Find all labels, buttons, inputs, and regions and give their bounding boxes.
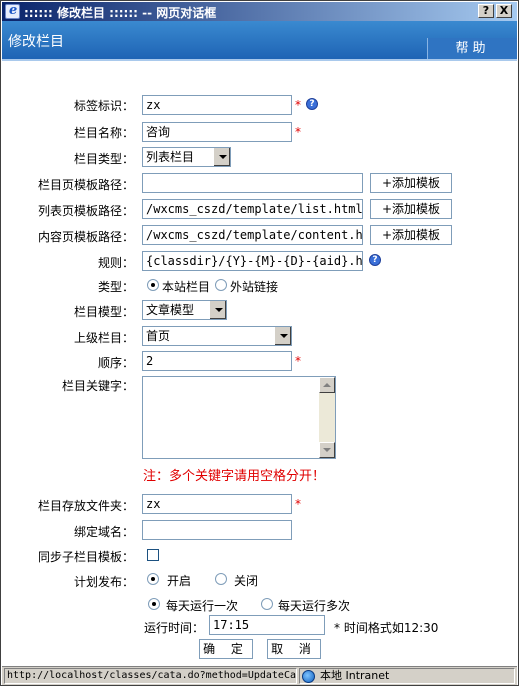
required-mark: *: [295, 125, 301, 139]
chevron-down-icon: [209, 301, 226, 319]
required-mark: *: [295, 497, 301, 511]
folder-input[interactable]: zx: [142, 494, 292, 514]
keywords-note: 注：多个关键字请用空格分开！: [143, 469, 326, 484]
scroll-down-button[interactable]: [319, 442, 335, 458]
required-mark: *: [295, 98, 301, 112]
folder-label: 栏目存放文件夹：: [37, 499, 134, 513]
add-content-template-button[interactable]: +添加模板: [370, 225, 452, 245]
schedule-on-radio[interactable]: [147, 573, 159, 585]
name-label: 栏目名称：: [73, 126, 134, 140]
chevron-down-icon: [213, 148, 230, 166]
keywords-textarea[interactable]: [142, 376, 336, 459]
window-title: :::::: 修改栏目 :::::: -- 网页对话框: [24, 6, 217, 20]
run-many-radio[interactable]: [261, 598, 273, 610]
help-tab[interactable]: 帮助: [427, 38, 517, 61]
chevron-down-icon: [274, 327, 291, 345]
kind-local-radio[interactable]: [147, 279, 159, 291]
name-input[interactable]: 咨询: [142, 122, 292, 142]
page-template-label: 栏目页模板路径：: [37, 178, 134, 192]
help-button[interactable]: ?: [478, 4, 494, 18]
type-select-value: 列表栏目: [146, 150, 195, 164]
list-template-label: 列表页模板路径：: [37, 204, 134, 218]
list-template-input[interactable]: /wxcms_cszd/template/list.html: [142, 199, 363, 219]
run-time-input[interactable]: 17:15: [209, 615, 325, 635]
schedule-off-radio[interactable]: [215, 573, 227, 585]
sync-label: 同步子栏目模板：: [37, 550, 134, 564]
parent-select[interactable]: 首页: [142, 326, 292, 346]
run-time-hint: * 时间格式如12:30: [334, 621, 439, 635]
run-time-label: 运行时间：: [144, 621, 205, 635]
question-icon[interactable]: ?: [369, 254, 381, 266]
required-mark: *: [295, 354, 301, 368]
schedule-on-label: 开启: [167, 574, 192, 588]
ie-icon: [5, 3, 20, 19]
rule-input[interactable]: {classdir}/{Y}-{M}-{D}-{aid}.html: [142, 251, 363, 271]
content-template-label: 内容页模板路径：: [37, 230, 134, 244]
domain-input[interactable]: [142, 520, 292, 540]
type-label: 栏目类型：: [73, 152, 134, 166]
status-url: http://localhost/classes/cata.do?method=…: [4, 668, 297, 684]
scroll-up-button[interactable]: [319, 377, 335, 393]
page-header: 修改栏目 帮助: [2, 21, 517, 61]
page-template-input[interactable]: [142, 173, 363, 193]
run-once-label: 每天运行一次: [166, 599, 239, 613]
sync-checkbox[interactable]: [147, 549, 159, 561]
tag-label: 标签标识：: [73, 99, 134, 113]
dialog-window: :::::: 修改栏目 :::::: -- 网页对话框 ? X 修改栏目 帮助 …: [0, 0, 519, 686]
kind-external-label: 外站链接: [230, 280, 279, 294]
cancel-button[interactable]: 取 消: [267, 639, 321, 659]
content-template-input[interactable]: /wxcms_cszd/template/content.htm: [142, 225, 363, 245]
add-list-template-button[interactable]: +添加模板: [370, 199, 452, 219]
schedule-label: 计划发布：: [73, 575, 134, 589]
add-page-template-button[interactable]: +添加模板: [370, 173, 452, 193]
type-select[interactable]: 列表栏目: [142, 147, 231, 167]
scrollbar[interactable]: [319, 377, 335, 458]
kind-local-label: 本站栏目: [162, 280, 211, 294]
page-title: 修改栏目: [8, 34, 64, 50]
run-once-radio[interactable]: [148, 598, 160, 610]
keywords-label: 栏目关键字：: [61, 379, 134, 393]
kind-external-radio[interactable]: [215, 279, 227, 291]
domain-label: 绑定域名：: [73, 525, 134, 539]
question-icon[interactable]: ?: [306, 98, 318, 110]
parent-label: 上级栏目：: [73, 331, 134, 345]
security-zone: 本地 Intranet: [299, 668, 515, 684]
order-input[interactable]: 2: [142, 351, 292, 371]
close-button[interactable]: X: [496, 4, 512, 18]
title-bar: :::::: 修改栏目 :::::: -- 网页对话框 ? X: [2, 2, 517, 21]
security-zone-label: 本地 Intranet: [320, 669, 390, 682]
status-bar: http://localhost/classes/cata.do?method=…: [2, 666, 517, 685]
kind-label: 类型：: [97, 280, 134, 294]
tag-input[interactable]: zx: [142, 95, 292, 115]
globe-icon: [302, 670, 315, 683]
model-select-value: 文章模型: [146, 303, 195, 317]
parent-select-value: 首页: [146, 329, 171, 343]
order-label: 顺序：: [97, 356, 134, 370]
run-many-label: 每天运行多次: [278, 599, 351, 613]
edit-column-form: 标签标识： zx * ? 栏目名称： 咨询 * 栏目类型： 列表栏目 栏目页模板…: [2, 61, 517, 666]
model-label: 栏目模型：: [73, 305, 134, 319]
confirm-button[interactable]: 确 定: [199, 639, 253, 659]
rule-label: 规则：: [97, 256, 134, 270]
schedule-off-label: 关闭: [234, 574, 259, 588]
model-select[interactable]: 文章模型: [142, 300, 227, 320]
